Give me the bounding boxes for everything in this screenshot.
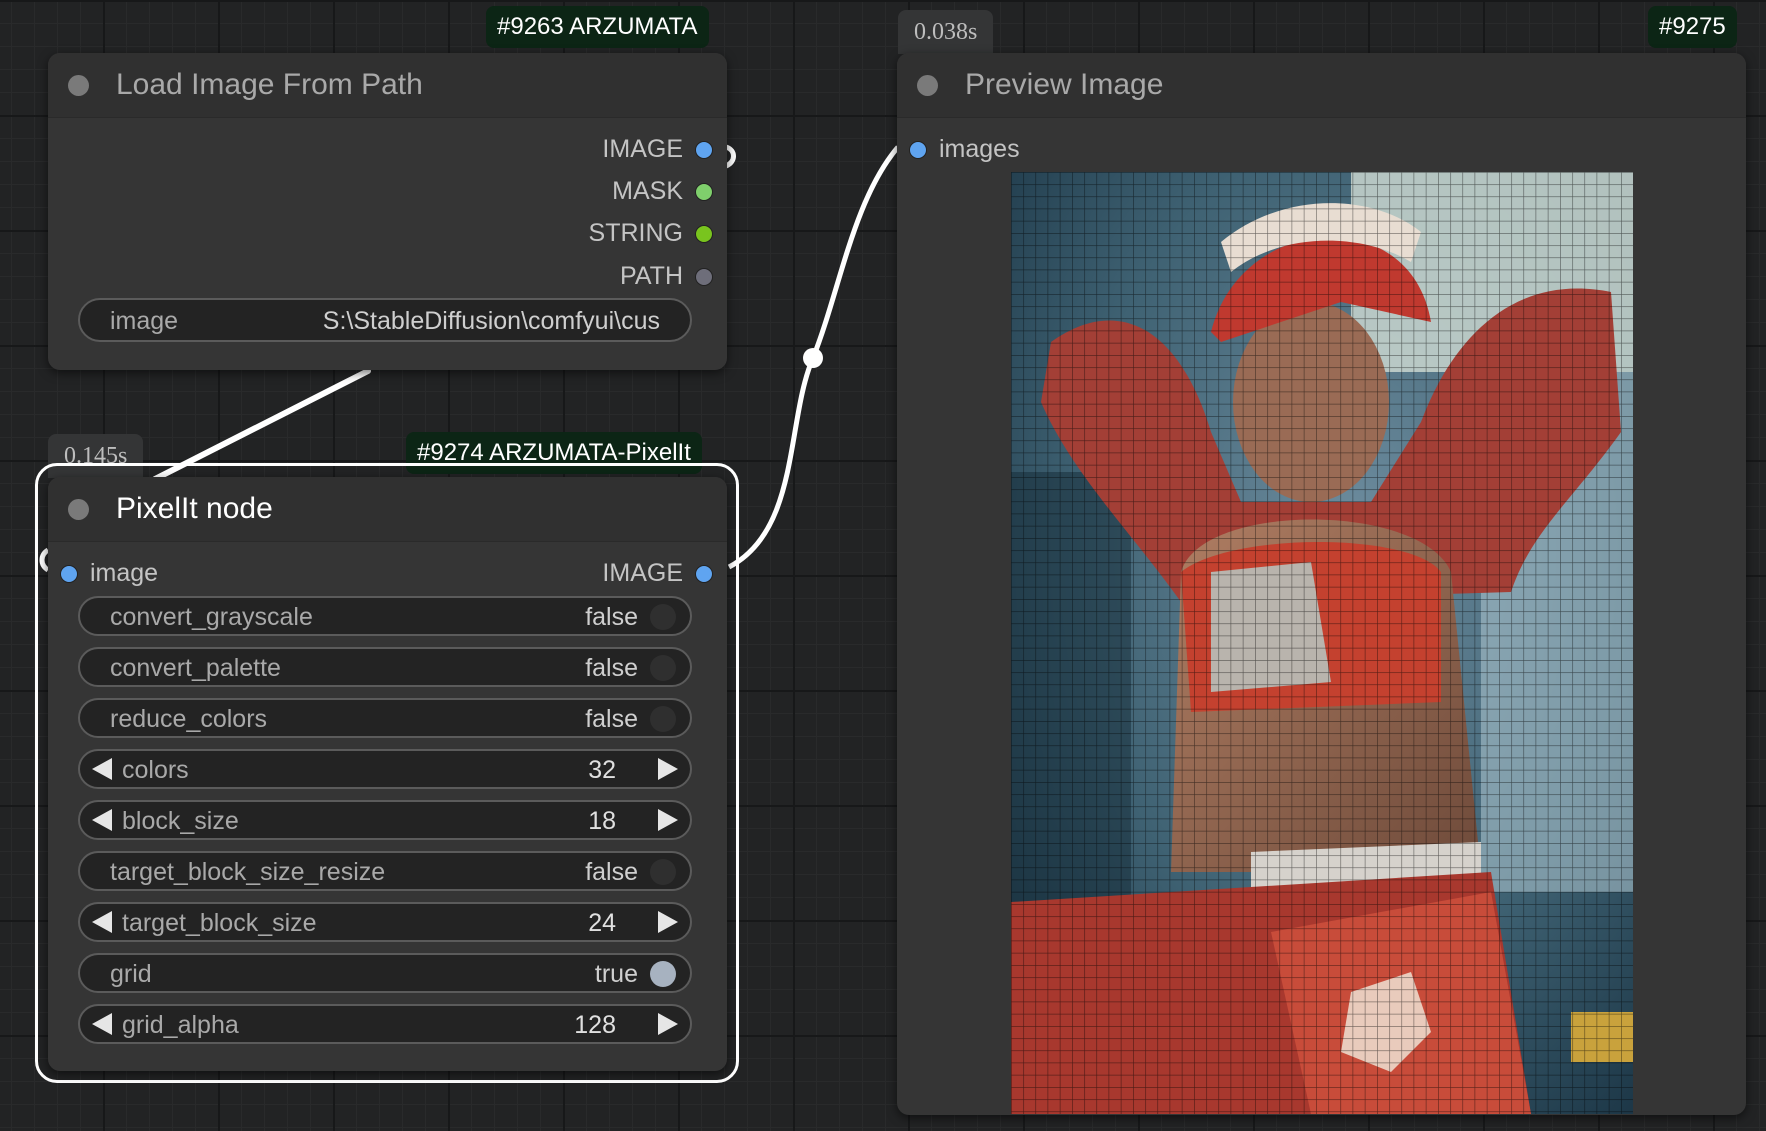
widget-block-size[interactable]: block_size 18 [78,800,692,840]
widget-value: false [585,654,638,682]
output-slot-image[interactable]: IMAGE [602,555,713,591]
output-label-string: STRING [588,219,683,247]
increment-arrow-icon[interactable] [658,809,678,831]
widget-label: block_size [122,807,239,835]
widget-target-block-size[interactable]: target_block_size 24 [78,902,692,942]
images-input-dot-icon[interactable] [909,141,927,159]
output-slot-mask[interactable]: MASK [612,173,713,209]
collapse-dot-icon[interactable] [68,499,89,520]
pixelit-node[interactable]: PixelIt node image IMAGE convert_graysca… [48,477,727,1071]
widget-label: colors [122,756,189,784]
toggle-off-icon[interactable] [650,859,676,885]
widget-value: false [585,603,638,631]
preview-node-titlebar[interactable]: Preview Image [897,53,1746,118]
pixel-node-titlebar[interactable]: PixelIt node [48,477,727,542]
widget-label: convert_palette [110,654,281,682]
output-label-path: PATH [620,262,683,290]
widget-label: target_block_size_resize [110,858,386,886]
image-path-widget[interactable]: image S:\StableDiffusion\comfyui\cus [78,298,692,342]
decrement-arrow-icon[interactable] [92,911,112,933]
output-label-mask: MASK [612,177,683,205]
input-label-image: image [90,559,159,587]
link-midpoint-handle[interactable] [803,348,823,368]
widget-label: reduce_colors [110,705,268,733]
widget-reduce-colors[interactable]: reduce_colors false [78,698,692,738]
decrement-arrow-icon[interactable] [92,809,112,831]
output-slot-path[interactable]: PATH [620,258,713,294]
widget-convert-grayscale[interactable]: convert_grayscale false [78,596,692,636]
decrement-arrow-icon[interactable] [92,1013,112,1035]
preview-node-id-badge: #9275 [1648,6,1737,48]
output-label-image: IMAGE [602,135,683,163]
widget-grid[interactable]: grid true [78,953,692,993]
widget-target-block-size-resize[interactable]: target_block_size_resize false [78,851,692,891]
image-slot-dot-icon[interactable] [695,141,713,159]
preview-node-title: Preview Image [965,68,1164,101]
collapse-dot-icon[interactable] [917,75,938,96]
image-output-dot-icon[interactable] [695,565,713,583]
toggle-off-icon[interactable] [650,655,676,681]
preview-node-exec-time: 0.038s [898,10,994,54]
load-image-node[interactable]: Load Image From Path IMAGE MASK STRING P… [48,53,727,370]
string-slot-dot-icon[interactable] [695,225,713,243]
widget-grid-alpha[interactable]: grid_alpha 128 [78,1004,692,1044]
toggle-on-icon[interactable] [650,961,676,987]
toggle-off-icon[interactable] [650,706,676,732]
load-node-titlebar[interactable]: Load Image From Path [48,53,727,118]
mask-slot-dot-icon[interactable] [695,183,713,201]
widget-value[interactable]: 18 [588,802,616,840]
widget-label: grid [110,960,152,988]
widget-label: convert_grayscale [110,603,313,631]
load-node-id-badge: #9263 ARZUMATA [486,6,709,48]
preview-image-output[interactable] [1011,172,1633,1114]
pixel-node-title: PixelIt node [116,492,273,525]
load-node-title: Load Image From Path [116,68,423,101]
input-label-images: images [939,135,1020,163]
widget-value: false [585,705,638,733]
image-path-value: S:\StableDiffusion\comfyui\cus [322,307,660,335]
widget-value: false [585,858,638,886]
widget-convert-palette[interactable]: convert_palette false [78,647,692,687]
input-slot-images[interactable]: images [909,131,1020,167]
widget-value: true [594,960,638,988]
widget-value[interactable]: 128 [574,1006,616,1044]
collapse-dot-icon[interactable] [68,75,89,96]
image-path-label: image [110,307,179,335]
increment-arrow-icon[interactable] [658,758,678,780]
output-slot-image[interactable]: IMAGE [602,131,713,167]
widget-colors[interactable]: colors 32 [78,749,692,789]
selection-gap-mask [160,458,404,468]
output-slot-string[interactable]: STRING [589,215,713,251]
input-slot-image[interactable]: image [60,555,158,591]
increment-arrow-icon[interactable] [658,1013,678,1035]
toggle-off-icon[interactable] [650,604,676,630]
widget-label: grid_alpha [122,1011,239,1039]
link-stub-load-image [724,144,736,169]
decrement-arrow-icon[interactable] [92,758,112,780]
widget-value[interactable]: 32 [588,751,616,789]
preview-pixel-grid [1011,172,1633,1114]
output-label-image: IMAGE [602,559,683,587]
widget-label: target_block_size [122,909,317,937]
image-input-dot-icon[interactable] [60,565,78,583]
path-slot-dot-icon[interactable] [695,268,713,286]
increment-arrow-icon[interactable] [658,911,678,933]
widget-value[interactable]: 24 [588,904,616,942]
